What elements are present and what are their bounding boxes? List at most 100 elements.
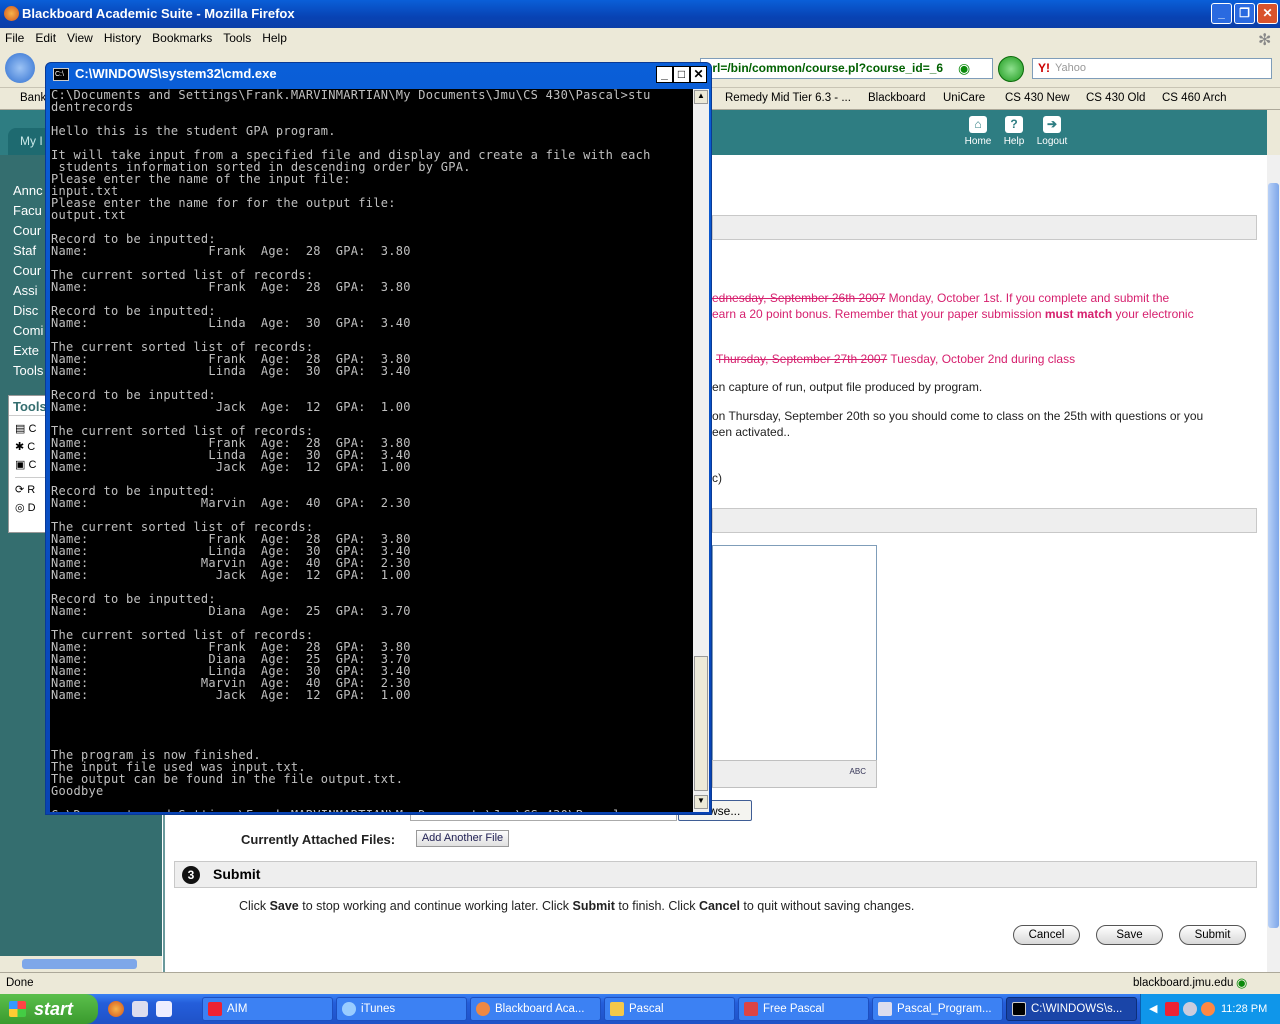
cmd-scroll-thumb[interactable]: [694, 656, 708, 791]
scroll-up-icon[interactable]: ▲: [694, 90, 708, 104]
cmd-close-button[interactable]: ✕: [690, 66, 707, 83]
section-header-2: [712, 508, 1257, 533]
task-free-pascal[interactable]: Free Pascal: [738, 997, 869, 1021]
page-scroll-thumb[interactable]: [1268, 183, 1279, 928]
firefox-quicklaunch-icon[interactable]: [108, 1001, 124, 1017]
menu-edit[interactable]: Edit: [30, 28, 62, 45]
deliverables-text: en capture of run, output file produced …: [712, 380, 983, 394]
yahoo-icon: Y!: [1038, 61, 1050, 75]
folder-icon: [610, 1002, 624, 1016]
security-tray-icon[interactable]: [1201, 1002, 1215, 1016]
search-tray-icon[interactable]: [1183, 1002, 1197, 1016]
bookmark-unicare[interactable]: UniCare: [943, 92, 985, 104]
cmd-scrollbar[interactable]: ▲ ▼: [693, 89, 709, 812]
help-link[interactable]: ? Help: [994, 116, 1034, 147]
free-pascal-icon: [744, 1002, 758, 1016]
help-icon: ?: [1005, 116, 1023, 133]
task-blackboard[interactable]: Blackboard Aca...: [470, 997, 601, 1021]
task-aim[interactable]: AIM: [202, 997, 333, 1021]
status-bar: Done blackboard.jmu.edu ◉: [0, 972, 1280, 994]
logout-link[interactable]: ➔ Logout: [1032, 116, 1072, 147]
secure-icon: ◉: [1236, 975, 1248, 990]
quicklaunch-icon[interactable]: [132, 1001, 148, 1017]
detail-icon: ◎: [15, 502, 28, 514]
tray-expand-icon[interactable]: ◀: [1149, 994, 1157, 1024]
cmd-minimize-button[interactable]: _: [656, 66, 673, 83]
menu-bookmarks[interactable]: Bookmarks: [147, 28, 218, 45]
menu-bar: File Edit View History Bookmarks Tools Help: [0, 28, 1280, 48]
minimize-button[interactable]: _: [1211, 3, 1232, 24]
tools-icon: ✱: [15, 441, 28, 453]
clock: 11:28 PM: [1221, 1003, 1268, 1015]
scroll-down-icon[interactable]: ▼: [694, 795, 708, 809]
bookmark-remedy[interactable]: Remedy Mid Tier 6.3 - ...: [725, 92, 851, 104]
textarea-toolbar: ABC: [712, 760, 877, 788]
menu-help[interactable]: Help: [257, 28, 293, 45]
refresh-icon: ⟳: [15, 484, 28, 496]
status-text: Done: [6, 977, 34, 989]
sidebar-scrollbar[interactable]: [0, 956, 162, 972]
cmd-icon: C:\: [53, 68, 69, 81]
step-number-badge: 3: [182, 866, 200, 884]
menu-view[interactable]: View: [62, 28, 99, 45]
bookmark-bank[interactable]: Bank: [20, 92, 46, 104]
bookmark-cs430-old[interactable]: CS 430 Old: [1086, 92, 1145, 104]
attached-files-label: Currently Attached Files:: [241, 832, 396, 847]
cmd-window[interactable]: C:\ C:\WINDOWS\system32\cmd.exe _ □ ✕ C:…: [45, 62, 712, 815]
due-date-line: ednesday, September 26th 2007 Monday, Oc…: [712, 291, 1170, 305]
back-icon[interactable]: [5, 53, 35, 83]
firefox-icon: [476, 1002, 490, 1016]
comments-textarea[interactable]: [712, 545, 877, 788]
task-pascal-folder[interactable]: Pascal: [604, 997, 735, 1021]
close-button[interactable]: ✕: [1257, 3, 1278, 24]
windows-logo-icon: [9, 1001, 26, 1017]
aim-tray-icon[interactable]: [1165, 1002, 1179, 1016]
go-button[interactable]: [998, 56, 1024, 82]
itunes-icon: [342, 1002, 356, 1016]
save-button[interactable]: Save: [1096, 925, 1163, 945]
bonus-line: earn a 20 point bonus. Remember that you…: [712, 307, 1194, 321]
spellcheck-icon[interactable]: ABC: [850, 767, 866, 776]
maximize-button[interactable]: ❐: [1234, 3, 1255, 24]
home-link[interactable]: ⌂ Home: [958, 116, 998, 147]
home-icon: ⌂: [969, 116, 987, 133]
bookmark-blackboard[interactable]: Blackboard: [868, 92, 926, 104]
bookmark-cs430-new[interactable]: CS 430 New: [1005, 92, 1070, 104]
logout-icon: ➔: [1043, 116, 1061, 133]
menu-tools[interactable]: Tools: [218, 28, 257, 45]
system-tray: ◀ 11:28 PM: [1140, 994, 1280, 1024]
paren-text: c): [712, 471, 722, 485]
firefox-title-bar: Blackboard Academic Suite - Mozilla Fire…: [0, 0, 1280, 28]
rss-icon[interactable]: ◉: [958, 60, 970, 77]
bookmark-cs460-arch[interactable]: CS 460 Arch: [1162, 92, 1227, 104]
cmd-maximize-button[interactable]: □: [673, 66, 690, 83]
cmd-title: C:\WINDOWS\system32\cmd.exe: [75, 66, 277, 81]
book-icon: ▣: [15, 459, 29, 471]
schedule-text-1: on Thursday, September 20th so you shoul…: [712, 409, 1204, 423]
url-bar[interactable]: url=/bin/common/course.pl?course_id=_6: [700, 58, 993, 79]
throbber-icon: ✻: [1258, 32, 1272, 49]
submit-button[interactable]: Submit: [1179, 925, 1246, 945]
cmd-icon: [1012, 1002, 1026, 1016]
console-output-area[interactable]: C:\Documents and Settings\Frank.MARVINMA…: [50, 89, 693, 812]
search-input[interactable]: Y! Yahoo: [1032, 58, 1272, 79]
status-host: blackboard.jmu.edu: [1133, 977, 1234, 989]
submit-section-title: Submit: [213, 866, 261, 882]
schedule-text-2: een activated..: [712, 425, 791, 439]
submit-instructions: Click Save to stop working and continue …: [239, 899, 915, 913]
document-icon: [878, 1002, 892, 1016]
task-pascal-program[interactable]: Pascal_Program...: [872, 997, 1003, 1021]
task-cmd[interactable]: C:\WINDOWS\s...: [1006, 997, 1137, 1021]
word-quicklaunch-icon[interactable]: [156, 1001, 172, 1017]
cancel-button[interactable]: Cancel: [1013, 925, 1080, 945]
menu-file[interactable]: File: [0, 28, 30, 45]
add-another-file-button[interactable]: Add Another File: [416, 830, 509, 847]
task-itunes[interactable]: iTunes: [336, 997, 467, 1021]
menu-history[interactable]: History: [99, 28, 147, 45]
start-button[interactable]: start: [0, 994, 98, 1024]
paper-due-line: Thursday, September 27th 2007 Tuesday, O…: [716, 352, 1076, 366]
aim-icon: [208, 1002, 222, 1016]
page-scrollbar[interactable]: [1267, 155, 1280, 972]
sidebar-scroll-thumb[interactable]: [22, 959, 137, 969]
section-header: [712, 215, 1257, 240]
